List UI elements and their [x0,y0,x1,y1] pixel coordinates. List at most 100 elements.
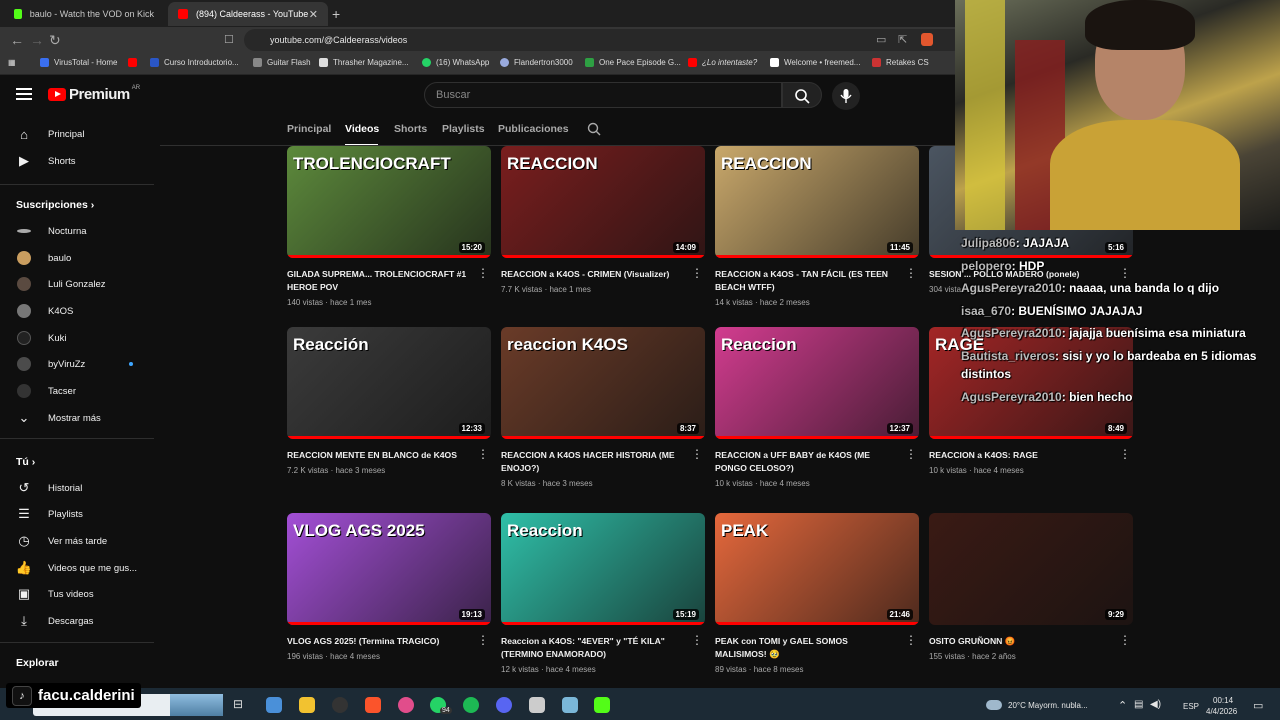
more-options-icon[interactable]: ⋮ [905,634,917,646]
video-card[interactable]: TROLENCIOCRAFT 15:20 GILADA SUPREMA... TRO… [287,146,491,307]
video-title[interactable]: GILADA SUPREMA... TROLENCIOCRAFT #1 HERO… [287,268,473,294]
tab-playlists[interactable]: Playlists [442,123,485,135]
sidebar-item-principal[interactable]: ⌂ Principal [0,121,154,147]
app-icon[interactable] [562,697,578,713]
bookmark-item[interactable]: Welcome • freemed... [770,58,860,67]
spotify-icon[interactable] [463,697,479,713]
video-card[interactable]: REACCION 14:09 REACCION a K4OS - CRIMEN (V… [501,146,705,294]
more-options-icon[interactable]: ⋮ [477,634,489,646]
sidebar-item-sub[interactable]: baulo [0,245,154,271]
video-card[interactable]: reaccion K4OS 8:37 REACCION A K4OS HACER H… [501,327,705,488]
video-thumbnail[interactable]: REACCION 11:45 [715,146,919,258]
obs-icon[interactable] [332,697,348,713]
subscriptions-header[interactable]: Suscripciones › [16,199,94,211]
hamburger-menu-icon[interactable] [16,88,32,103]
video-thumbnail[interactable]: Reaccion 12:37 [715,327,919,439]
tab-shorts[interactable]: Shorts [394,123,427,135]
more-options-icon[interactable]: ⋮ [1119,634,1131,646]
chevron-up-icon[interactable]: ⌃ [1118,699,1127,712]
sidebar-item-watch-later[interactable]: ◷ Ver más tarde [0,528,154,554]
video-thumbnail[interactable]: 9:29 [929,513,1133,625]
video-title[interactable]: Reaccion a K4OS: "4EVER" y "TÉ KILA" (TE… [501,635,687,661]
video-card[interactable]: Reaccion 12:37 REACCION a UFF BABY de K4OS… [715,327,919,488]
network-icon[interactable]: ▤ [1134,699,1143,710]
weather-text[interactable]: 20°C Mayorm. nubla... [1008,701,1088,710]
language-indicator[interactable]: ESP [1183,702,1199,711]
tab-publicaciones[interactable]: Publicaciones [498,123,569,135]
you-header[interactable]: Tú › [16,456,35,468]
sidebar-item-liked[interactable]: 👍 Videos que me gus... [0,555,154,581]
kick-icon[interactable] [594,697,610,713]
more-options-icon[interactable]: ⋮ [691,448,703,460]
video-card[interactable]: Reaccion 15:19 Reaccion a K4OS: "4EVER" y … [501,513,705,674]
video-card[interactable]: 9:29 OSITO GRUÑONN 😡 155 vistas · hace 2 a… [929,513,1133,661]
video-thumbnail[interactable]: TROLENCIOCRAFT 15:20 [287,146,491,258]
video-title[interactable]: REACCION a K4OS - TAN FÁCIL (ES TEEN BEA… [715,268,901,294]
tab-videos[interactable]: Videos [345,123,379,135]
search-input[interactable]: Buscar [424,82,782,108]
discord-icon[interactable] [496,697,512,713]
close-icon[interactable]: ✕ [309,8,318,21]
voice-search-button[interactable] [832,82,860,110]
show-more-button[interactable]: ⌄ Mostrar más [0,405,154,431]
video-title[interactable]: PEAK con TOMI y GAEL SOMOS MALISIMOS! 🥹 [715,635,901,661]
bookmark-item[interactable] [128,58,142,67]
more-options-icon[interactable]: ⋮ [905,448,917,460]
bookmark-icon[interactable]: ☐ [224,31,234,49]
sidebar-item-sub[interactable]: Tacser [0,378,154,404]
more-options-icon[interactable]: ⋮ [691,267,703,279]
sidebar-item-sub[interactable]: Luli Gonzalez [0,271,154,297]
brave-shield-icon[interactable] [921,33,933,46]
store-icon[interactable] [266,697,282,713]
tab-youtube[interactable]: (894) Caldeerass - YouTube ✕ [168,2,328,26]
sidebar-item-sub[interactable]: Nocturna [0,218,154,244]
sidebar-item-shorts[interactable]: ▶ Shorts [0,148,154,174]
channel-search-icon[interactable] [587,122,601,141]
bookmark-item[interactable]: One Pace Episode G... [585,58,681,67]
bookmark-item[interactable]: ¿Lo intentaste? [688,58,757,67]
new-tab-button[interactable]: + [332,2,352,26]
apps-icon[interactable]: ▦ [8,58,16,67]
video-thumbnail[interactable]: Reacción 12:33 [287,327,491,439]
video-title[interactable]: OSITO GRUÑONN 😡 [929,635,1115,648]
bookmark-item[interactable]: Flandertron3000 [500,58,573,67]
video-card[interactable]: VLOG AGS 2025 19:13 VLOG AGS 2025! (Termin… [287,513,491,661]
bookmark-item[interactable]: (16) WhatsApp [422,58,489,67]
bookmark-item[interactable]: Curso Introductorio... [150,58,239,67]
youtube-logo[interactable]: Premium AR [48,85,140,103]
brave-icon[interactable] [365,697,381,713]
video-title[interactable]: REACCION a UFF BABY de K4OS (ME PONGO CE… [715,449,901,475]
video-title[interactable]: REACCION A K4OS HACER HISTORIA (ME ENOJO… [501,449,687,475]
more-options-icon[interactable]: ⋮ [905,267,917,279]
notification-icon[interactable]: ▭ [1253,699,1263,712]
video-card[interactable]: PEAK 21:46 PEAK con TOMI y GAEL SOMOS MALI… [715,513,919,674]
video-title[interactable]: REACCION a K4OS - CRIMEN (Visualizer) [501,268,687,281]
more-options-icon[interactable]: ⋮ [691,634,703,646]
video-thumbnail[interactable]: Reaccion 15:19 [501,513,705,625]
app-icon[interactable] [398,697,414,713]
video-card[interactable]: REACCION 11:45 REACCION a K4OS - TAN FÁCIL… [715,146,919,307]
video-thumbnail[interactable]: PEAK 21:46 [715,513,919,625]
back-icon[interactable]: ← [10,31,24,49]
sidebar-item-downloads[interactable]: ⤓ Descargas [0,608,154,634]
video-title[interactable]: REACCION a K4OS: RAGE [929,449,1115,462]
file-explorer-icon[interactable] [299,697,315,713]
search-button[interactable] [782,82,822,108]
bookmark-item[interactable]: VirusTotal - Home [40,58,117,67]
sidebar-item-your-videos[interactable]: ▣ Tus videos [0,581,154,607]
forward-icon[interactable]: → [30,31,44,49]
app-icon[interactable] [529,697,545,713]
tab-kick[interactable]: baulo - Watch the VOD on Kick [4,2,164,26]
task-view-icon[interactable]: ⊟ [233,697,249,713]
bookmark-item[interactable]: Retakes CS [872,58,929,67]
video-thumbnail[interactable]: VLOG AGS 2025 19:13 [287,513,491,625]
video-thumbnail[interactable]: reaccion K4OS 8:37 [501,327,705,439]
video-title[interactable]: VLOG AGS 2025! (Termina TRAGICO) [287,635,473,648]
tab-principal[interactable]: Principal [287,123,331,135]
video-thumbnail[interactable]: RAGE 8:49 [929,327,1133,439]
share-icon[interactable]: ⇱ [898,31,907,49]
video-card[interactable]: Reacción 12:33 REACCION MENTE EN BLANCO de… [287,327,491,475]
speaker-icon[interactable]: ◀) [1150,699,1161,710]
more-options-icon[interactable]: ⋮ [1119,267,1131,279]
video-title[interactable]: REACCION MENTE EN BLANCO de K4OS [287,449,473,462]
